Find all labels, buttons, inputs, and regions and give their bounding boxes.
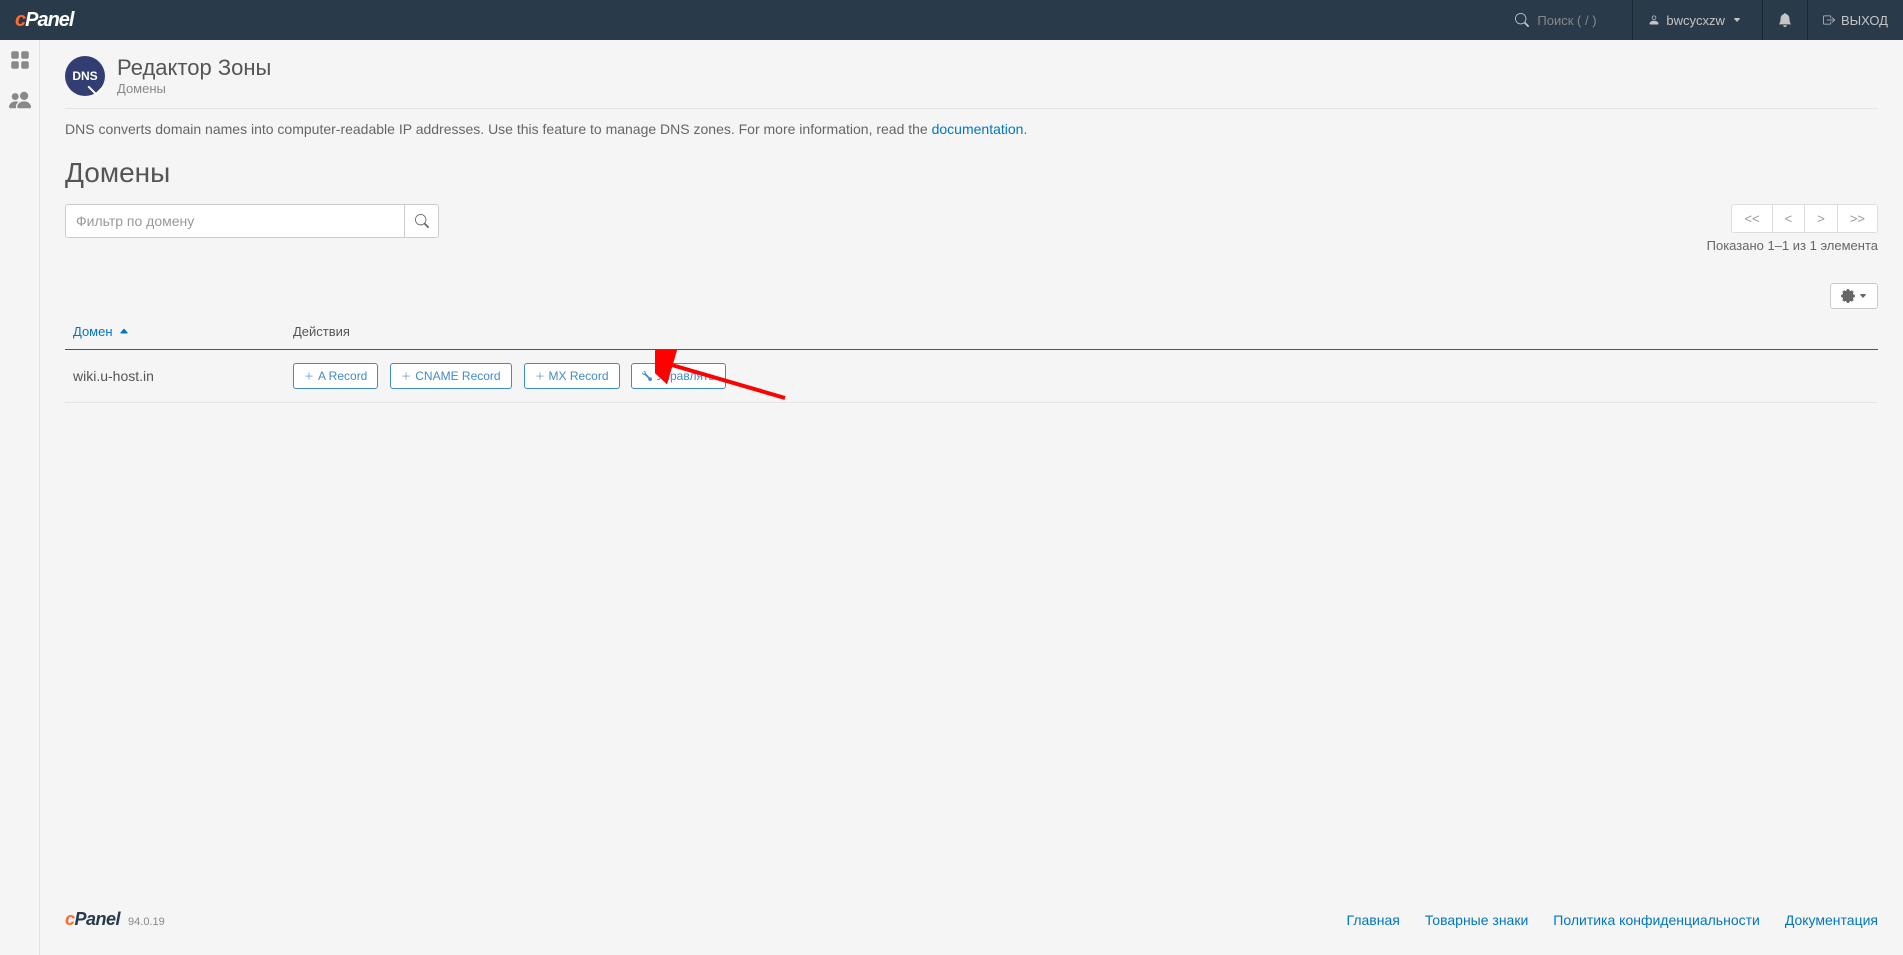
add-a-record-button[interactable]: A Record [293, 363, 378, 389]
user-menu[interactable]: bwcycxzw [1632, 0, 1762, 40]
logout-label: ВЫХОД [1841, 13, 1888, 28]
section-title: Домены [65, 157, 1878, 189]
footer: cPanel 94.0.19 Главная Товарные знаки По… [65, 889, 1878, 940]
table-row: wiki.u-host.in A Record CNAME Record MX … [65, 350, 1878, 403]
sort-asc-icon [119, 326, 129, 336]
username: bwcycxzw [1666, 13, 1725, 28]
dns-icon: DNS [65, 56, 105, 96]
pagination-info: Показано 1–1 из 1 элемента [1707, 238, 1878, 253]
domains-table: Домен Действия wiki.u-host.in A Record C… [65, 314, 1878, 403]
page-title: Редактор Зоны [117, 55, 271, 81]
header-left: cPanel [0, 9, 73, 32]
logout-icon [1823, 14, 1835, 26]
search-icon [415, 214, 429, 228]
cpanel-logo[interactable]: cPanel [15, 9, 73, 32]
footer-links: Главная Товарные знаки Политика конфиден… [1347, 912, 1878, 928]
gear-row [65, 283, 1878, 309]
page-next[interactable]: > [1805, 205, 1838, 232]
description: DNS converts domain names into computer-… [65, 121, 1878, 137]
search-input[interactable] [1537, 13, 1617, 28]
footer-logo: cPanel [65, 909, 120, 930]
sidebar [0, 40, 40, 955]
footer-left: cPanel 94.0.19 [65, 909, 165, 930]
pagination: << < > >> [1731, 204, 1878, 233]
header-search[interactable] [1500, 13, 1632, 28]
filter-input[interactable] [65, 204, 405, 238]
add-mx-record-button[interactable]: MX Record [524, 363, 620, 389]
footer-docs-link[interactable]: Документация [1785, 912, 1878, 928]
caret-down-icon [1733, 16, 1741, 24]
footer-home-link[interactable]: Главная [1347, 912, 1400, 928]
page-first[interactable]: << [1732, 205, 1772, 232]
main-content: DNS Редактор Зоны Домены DNS converts do… [40, 40, 1903, 955]
page-last[interactable]: >> [1838, 205, 1877, 232]
footer-version: 94.0.19 [128, 916, 165, 928]
col-actions-header: Действия [285, 314, 1878, 350]
plus-icon [401, 371, 411, 381]
notifications-button[interactable] [1762, 0, 1807, 40]
footer-privacy-link[interactable]: Политика конфиденциальности [1553, 912, 1760, 928]
table-settings-button[interactable] [1830, 283, 1878, 309]
filter-group [65, 204, 439, 238]
page-header: DNS Редактор Зоны Домены [65, 55, 1878, 109]
users-icon [9, 89, 31, 111]
top-header: cPanel bwcycxzw ВЫХОД [0, 0, 1903, 40]
footer-trademarks-link[interactable]: Товарные знаки [1425, 912, 1528, 928]
add-cname-record-button[interactable]: CNAME Record [390, 363, 511, 389]
col-domain-header[interactable]: Домен [65, 314, 285, 350]
pagination-block: << < > >> Показано 1–1 из 1 элемента [1707, 204, 1878, 253]
gear-icon [1841, 289, 1855, 303]
user-icon [1648, 14, 1660, 26]
filter-search-button[interactable] [405, 204, 439, 238]
caret-down-icon [1859, 292, 1867, 300]
plus-icon [304, 371, 314, 381]
wrench-icon [642, 371, 652, 381]
manage-button[interactable]: Управлять [631, 363, 725, 389]
sidebar-users[interactable] [0, 80, 39, 120]
plus-icon [535, 371, 545, 381]
page-title-block: Редактор Зоны Домены [117, 55, 271, 96]
page-prev[interactable]: < [1773, 205, 1806, 232]
bell-icon [1778, 13, 1792, 27]
actions-cell: A Record CNAME Record MX Record Управлят… [285, 350, 1878, 403]
documentation-link[interactable]: documentation [932, 121, 1024, 137]
header-right: bwcycxzw ВЫХОД [1500, 0, 1903, 40]
breadcrumb[interactable]: Домены [117, 81, 271, 96]
grid-icon [10, 50, 30, 70]
controls-row: << < > >> Показано 1–1 из 1 элемента [65, 204, 1878, 253]
search-icon [1515, 13, 1529, 27]
sidebar-apps[interactable] [0, 40, 39, 80]
logout-button[interactable]: ВЫХОД [1807, 0, 1903, 40]
domain-cell: wiki.u-host.in [65, 350, 285, 403]
